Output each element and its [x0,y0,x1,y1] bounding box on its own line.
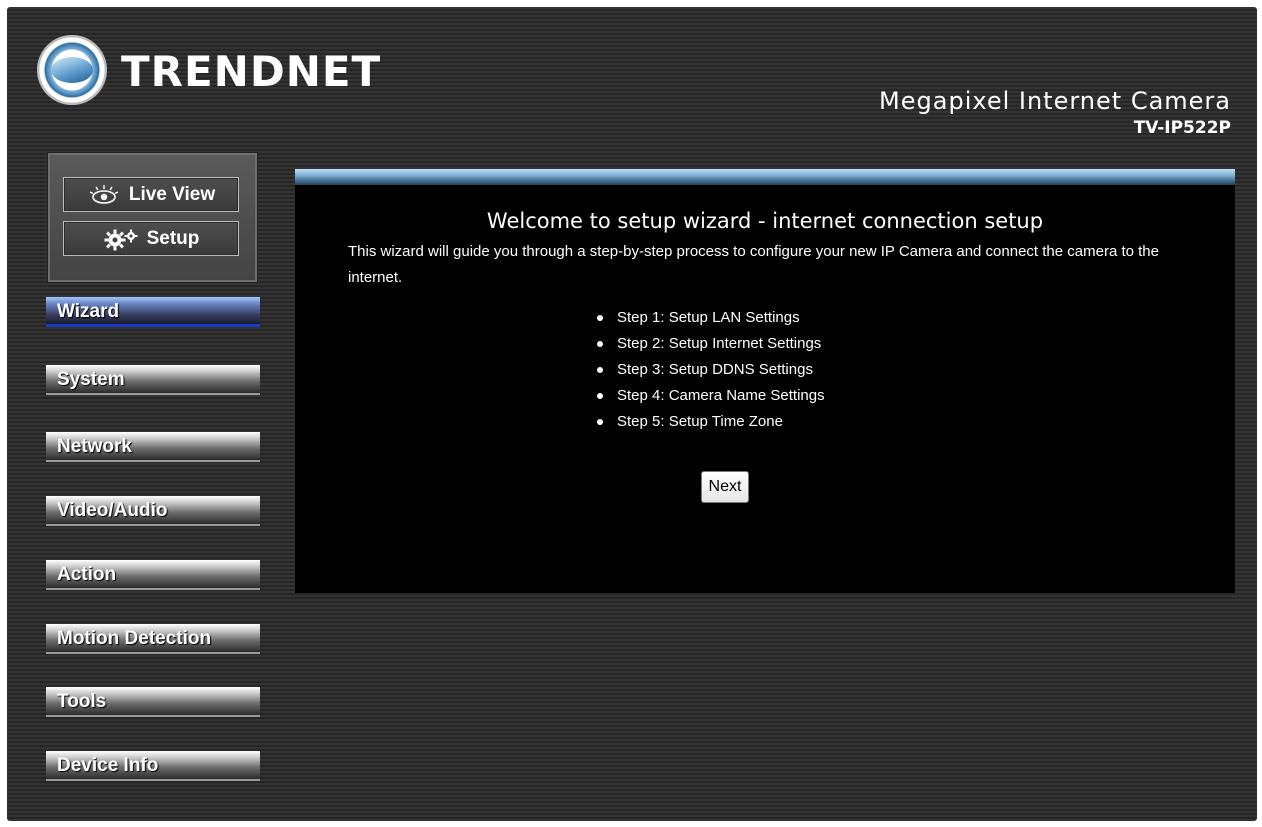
gears-icon [103,227,139,251]
live-view-label: Live View [128,183,216,205]
wizard-panel: Welcome to setup wizard - internet conne… [295,169,1235,593]
nav-item-video-audio[interactable]: Video/Audio [46,496,260,526]
next-button[interactable]: Next [701,471,749,503]
live-view-button[interactable]: Live View [63,177,239,212]
nav-item-system[interactable]: System [46,365,260,395]
panel-header-bar [295,169,1235,185]
steps-list: Step 1: Setup LAN Settings Step 2: Setup… [595,305,825,435]
setup-button[interactable]: Setup [63,221,239,256]
wizard-description: This wizard will guide you through a ste… [348,243,1159,286]
setup-label: Setup [146,227,200,249]
mode-panel: Live View Setup [48,153,257,282]
nav-item-motion-detection[interactable]: Motion Detection [46,624,260,654]
brand-name: TRENDNET [121,47,382,96]
nav-item-tools[interactable]: Tools [46,687,260,717]
list-item: Step 2: Setup Internet Settings [595,331,825,357]
globe-logo-icon [37,35,107,105]
wizard-title: Welcome to setup wizard - internet conne… [486,209,1044,233]
nav-item-network[interactable]: Network [46,432,260,462]
nav-item-device-info[interactable]: Device Info [46,751,260,781]
list-item: Step 3: Setup DDNS Settings [595,357,825,383]
nav-item-action[interactable]: Action [46,560,260,590]
model-number: TV-IP522P [1133,118,1231,138]
app-window: TRENDNET Megapixel Internet Camera TV-IP… [7,7,1257,821]
list-item: Step 1: Setup LAN Settings [595,305,825,331]
trendnet-logo: TRENDNET [37,35,380,107]
product-title: Megapixel Internet Camera [879,87,1231,115]
list-item: Step 4: Camera Name Settings [595,383,825,409]
eye-icon [87,184,121,206]
list-item: Step 5: Setup Time Zone [595,409,825,435]
nav-item-wizard[interactable]: Wizard [46,297,260,327]
